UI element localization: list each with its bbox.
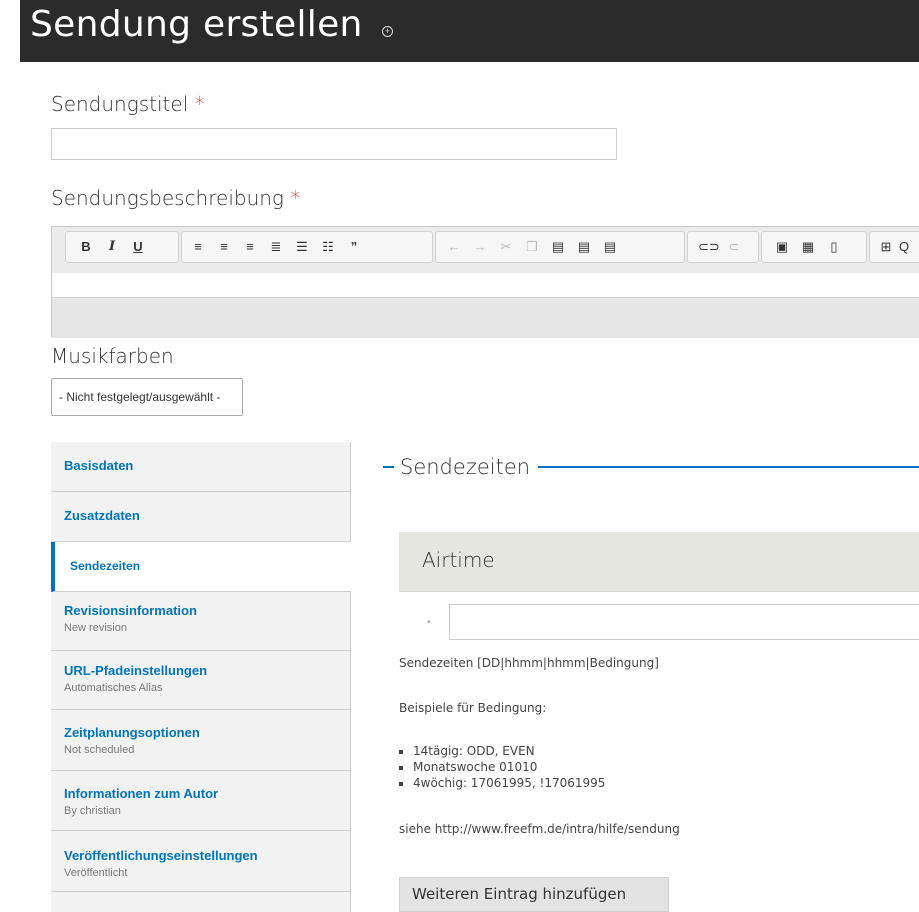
airtime-table-header: Airtime bbox=[399, 532, 919, 592]
paste-icon[interactable]: ▤ bbox=[548, 236, 568, 258]
toolbar-group-basic: B I U bbox=[65, 231, 179, 263]
circle-plus-icon[interactable]: + bbox=[382, 26, 393, 37]
tab-label: Basisdaten bbox=[64, 458, 134, 473]
unlink-icon[interactable]: ⊂ bbox=[724, 236, 744, 258]
tab-label: Zusatzdaten bbox=[64, 508, 140, 523]
editor-content-area[interactable] bbox=[52, 273, 919, 298]
bullet-icon bbox=[399, 749, 403, 754]
editor-status-bar bbox=[52, 298, 919, 338]
tab-zusatzdaten[interactable]: Zusatzdaten bbox=[51, 492, 351, 542]
bullet-icon bbox=[399, 781, 403, 786]
template-icon[interactable]: ▯ bbox=[824, 236, 844, 258]
numbered-list-icon[interactable]: ☷ bbox=[318, 236, 338, 258]
bold-button[interactable]: B bbox=[76, 236, 96, 258]
toolbar-group-paragraph: ≡ ≡ ≡ ≣ ☰ ☷ ” bbox=[181, 231, 433, 263]
tab-summary: New revision bbox=[64, 622, 127, 634]
align-right-icon[interactable]: ≡ bbox=[240, 236, 260, 258]
tab-summary: By christian bbox=[64, 805, 121, 817]
title-field-label: Sendungstitel * bbox=[51, 92, 205, 116]
cut-icon[interactable]: ✂ bbox=[496, 236, 516, 258]
toolbar-group-clipboard: ← → ✂ ❐ ▤ ▤ ▤ bbox=[435, 231, 685, 263]
align-left-icon[interactable]: ≡ bbox=[188, 236, 208, 258]
blockquote-icon[interactable]: ” bbox=[344, 236, 364, 258]
tab-revisionsinformation[interactable]: Revisionsinformation New revision bbox=[51, 592, 351, 651]
description-field-label: Sendungsbeschreibung * bbox=[51, 186, 300, 210]
redo-icon[interactable]: → bbox=[470, 236, 490, 258]
toolbar-group-insert: ▣ ▦ ▯ bbox=[761, 231, 867, 263]
toolbar-group-links: ⊂⊃ ⊂ bbox=[687, 231, 759, 263]
page-header: Sendung erstellen + bbox=[20, 0, 919, 62]
format-hint: Sendezeiten [DD|hhmm|hhmm|Bedingung] bbox=[399, 656, 659, 670]
bullet-icon bbox=[399, 765, 403, 770]
help-text: siehe http://www.freefm.de/intra/hilfe/s… bbox=[399, 822, 680, 836]
tab-label: Zeitplanungsoptionen bbox=[64, 725, 200, 740]
tab-label: Veröffentlichungseinstellungen bbox=[64, 848, 258, 863]
tab-zeitplanungsoptionen[interactable]: Zeitplanungsoptionen Not scheduled bbox=[51, 710, 351, 771]
page-title: Sendung erstellen bbox=[30, 4, 363, 45]
required-marker: * bbox=[194, 92, 205, 116]
underline-button[interactable]: U bbox=[128, 236, 148, 258]
copy-icon[interactable]: ❐ bbox=[522, 236, 542, 258]
list-item: Monatswoche 01010 bbox=[399, 760, 537, 774]
link-icon[interactable]: ⊂⊃ bbox=[698, 236, 720, 258]
tab-label: Revisionsinformation bbox=[64, 603, 197, 618]
title-input[interactable] bbox=[51, 128, 617, 160]
fieldset-legend: Sendezeiten bbox=[394, 455, 539, 479]
list-item: 4wöchig: 17061995, !17061995 bbox=[399, 776, 605, 790]
vertical-tabs: Basisdaten Zusatzdaten Sendezeiten Revis… bbox=[51, 442, 351, 912]
example-text: Monatswoche 01010 bbox=[413, 760, 538, 774]
tab-veroeffentlichungseinstellungen[interactable]: Veröffentlichungseinstellungen Veröffent… bbox=[51, 831, 351, 892]
tab-summary: Automatisches Alias bbox=[64, 682, 163, 694]
title-label-text: Sendungstitel bbox=[51, 92, 189, 116]
music-field-label: Musikfarben bbox=[51, 344, 174, 368]
editor-toolbar: B I U ≡ ≡ ≡ ≣ ☰ ☷ ” ← → ✂ ❐ ▤ ▤ ▤ ⊂⊃ ⊂ ▣ bbox=[52, 227, 919, 274]
tab-sendezeiten[interactable]: Sendezeiten bbox=[51, 542, 351, 592]
drag-handle-icon[interactable]: • bbox=[427, 617, 431, 628]
required-marker: * bbox=[290, 186, 301, 210]
airtime-header-label: Airtime bbox=[422, 548, 495, 572]
source-label-icon[interactable]: Q bbox=[894, 236, 914, 258]
tab-summary: Not scheduled bbox=[64, 744, 135, 756]
tab-url-pfadeinstellungen[interactable]: URL-Pfadeinstellungen Automatisches Alia… bbox=[51, 651, 351, 710]
paste-word-icon[interactable]: ▤ bbox=[600, 236, 620, 258]
italic-button[interactable]: I bbox=[102, 236, 122, 258]
tab-summary: Veröffentlicht bbox=[64, 867, 128, 879]
description-label-text: Sendungsbeschreibung bbox=[51, 186, 284, 210]
justify-icon[interactable]: ≣ bbox=[266, 236, 286, 258]
tab-label: Informationen zum Autor bbox=[64, 786, 219, 801]
undo-icon[interactable]: ← bbox=[444, 236, 464, 258]
toolbar-group-source: ⊞ Q bbox=[869, 231, 919, 263]
table-icon[interactable]: ▦ bbox=[798, 236, 818, 258]
tab-basisdaten[interactable]: Basisdaten bbox=[51, 442, 351, 492]
tab-label: Sendezeiten bbox=[70, 559, 141, 573]
examples-label: Beispiele für Bedingung: bbox=[399, 701, 547, 715]
align-center-icon[interactable]: ≡ bbox=[214, 236, 234, 258]
example-text: 14tägig: ODD, EVEN bbox=[413, 744, 535, 758]
tab-label: URL-Pfadeinstellungen bbox=[64, 663, 208, 678]
example-text: 4wöchig: 17061995, !17061995 bbox=[413, 776, 606, 790]
paste-text-icon[interactable]: ▤ bbox=[574, 236, 594, 258]
list-item: 14tägig: ODD, EVEN bbox=[399, 744, 535, 758]
tab-informationen-zum-autor[interactable]: Informationen zum Autor By christian bbox=[51, 771, 351, 831]
airtime-input[interactable] bbox=[449, 604, 919, 640]
source-icon[interactable]: ⊞ bbox=[876, 236, 896, 258]
bullet-list-icon[interactable]: ☰ bbox=[292, 236, 312, 258]
add-entry-button[interactable]: Weiteren Eintrag hinzufügen bbox=[399, 877, 669, 912]
rich-text-editor[interactable]: B I U ≡ ≡ ≡ ≣ ☰ ☷ ” ← → ✂ ❐ ▤ ▤ ▤ ⊂⊃ ⊂ ▣ bbox=[51, 226, 919, 338]
music-select[interactable]: - Nicht festgelegt/ausgewählt - bbox=[51, 378, 243, 416]
image-icon[interactable]: ▣ bbox=[772, 236, 792, 258]
